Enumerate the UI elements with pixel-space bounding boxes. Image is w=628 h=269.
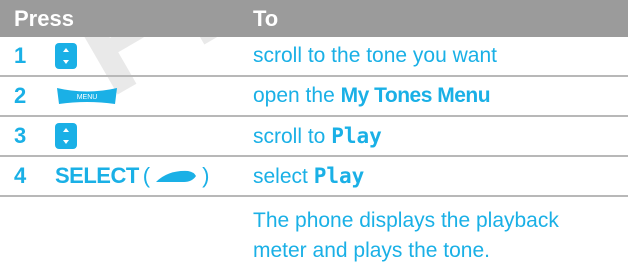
desc-text: select xyxy=(253,165,314,188)
step-description: select Play xyxy=(253,164,364,189)
option-name: Play xyxy=(313,164,365,188)
header-press: Press xyxy=(14,6,74,31)
nav-key-icon xyxy=(55,123,77,149)
menu-name: My Tones Menu xyxy=(340,84,491,107)
table-header: Press To xyxy=(0,0,628,37)
menu-key-label: MENU xyxy=(77,94,98,101)
step-description: open the My Tones Menu xyxy=(253,84,491,108)
step-number: 2 xyxy=(14,83,27,108)
result-note: The phone displays the playback meter an… xyxy=(253,206,613,266)
table-row: 2 MENU open the My Tones Menu xyxy=(0,77,628,117)
table-row: 3 scroll to Play xyxy=(0,117,628,157)
desc-text: scroll to xyxy=(253,125,332,148)
select-key-label: SELECT xyxy=(55,163,139,188)
step-number: 4 xyxy=(14,163,27,188)
paren-open: ( xyxy=(142,163,151,188)
soft-key-icon xyxy=(156,170,197,182)
note-line-2: meter and plays the tone. xyxy=(253,239,490,262)
paren-close: ) xyxy=(202,163,210,188)
header-to: To xyxy=(253,6,279,31)
select-key: SELECT ( ) xyxy=(55,163,209,189)
step-number: 1 xyxy=(14,43,27,68)
option-name: Play xyxy=(331,124,382,148)
table-row: 1 scroll to the tone you want xyxy=(0,37,628,77)
nav-key-icon xyxy=(55,43,77,69)
step-description: scroll to the tone you want xyxy=(253,44,497,67)
step-number: 3 xyxy=(14,123,27,148)
instruction-table: Press To 1 scroll to the tone you want 2… xyxy=(0,0,628,197)
menu-key-icon: MENU xyxy=(55,83,119,106)
note-line-1: The phone displays the playback xyxy=(253,209,559,232)
step-description: scroll to Play xyxy=(253,124,382,149)
desc-text: open the xyxy=(253,84,341,107)
table-row: 4 SELECT ( ) select Play xyxy=(0,157,628,197)
